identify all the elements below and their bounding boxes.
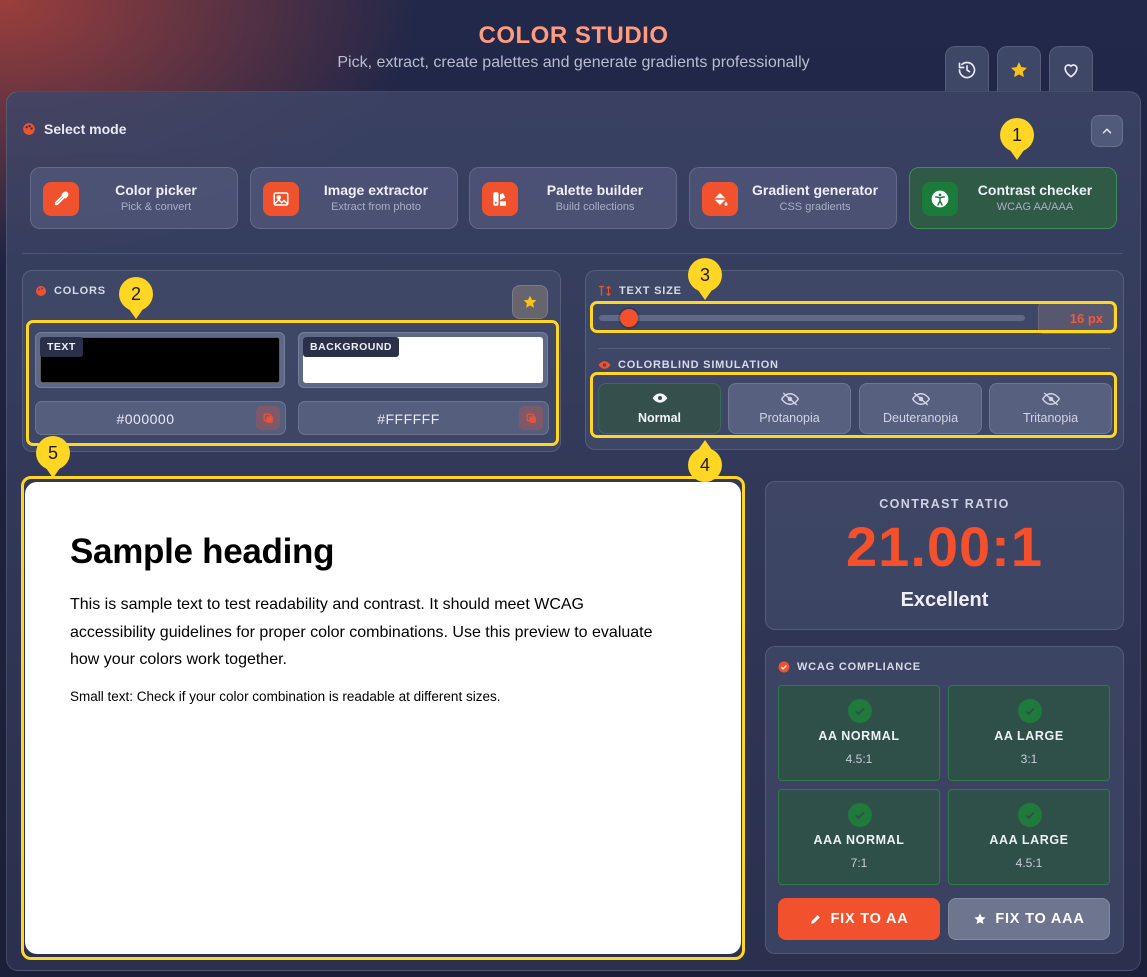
swatchbook-icon xyxy=(482,182,518,216)
annotation-pointer xyxy=(1010,150,1024,160)
text-size-label: TEXT SIZE xyxy=(619,285,682,297)
text-height-icon xyxy=(599,285,611,297)
heart-icon xyxy=(1064,63,1078,78)
annotation-badge-3: 3 xyxy=(688,258,722,292)
check-icon xyxy=(848,699,872,723)
annotation-badge-1: 1 xyxy=(1000,118,1034,152)
colors-label: COLORS xyxy=(54,285,106,297)
collapse-button[interactable] xyxy=(1091,115,1123,147)
text-size-header: TEXT SIZE xyxy=(598,285,682,297)
colors-header: COLORS xyxy=(35,285,106,297)
palette-icon xyxy=(23,123,35,135)
favorite-colors-button[interactable] xyxy=(512,285,548,319)
fix-to-aa-button[interactable]: FIX TO AA xyxy=(778,898,940,940)
annotation-pointer xyxy=(46,468,60,478)
mode-title: Palette builder xyxy=(546,182,644,198)
mode-title: Gradient generator xyxy=(751,182,879,198)
check-icon xyxy=(1018,699,1042,723)
wcag-check-threshold: 4.5:1 xyxy=(845,752,873,766)
mode-contrast-checker[interactable]: Contrast checker WCAG AA/AAA xyxy=(909,167,1117,229)
wcag-check-aaa-normal: AAA NORMAL 7:1 xyxy=(778,789,940,885)
check-icon xyxy=(1018,803,1042,827)
fix-to-aa-label: FIX TO AA xyxy=(830,911,909,927)
mode-gradient-generator[interactable]: Gradient generator CSS gradients xyxy=(689,167,897,229)
fix-to-aaa-label: FIX TO AAA xyxy=(995,911,1085,927)
star-icon xyxy=(523,295,537,308)
contrast-ratio-value: 21.00:1 xyxy=(846,515,1043,578)
wcag-check-threshold: 3:1 xyxy=(1020,752,1038,766)
mode-palette-builder[interactable]: Palette builder Build collections xyxy=(469,167,677,229)
star-icon xyxy=(974,913,986,925)
check-circle-icon xyxy=(778,661,790,673)
annotation-pointer xyxy=(698,290,712,300)
palette-icon xyxy=(36,286,46,296)
mode-subtitle: WCAG AA/AAA xyxy=(996,201,1074,213)
highlight-colors xyxy=(26,320,559,446)
favorites-tab[interactable] xyxy=(997,46,1041,92)
contrast-verdict: Excellent xyxy=(900,589,989,611)
mode-title: Contrast checker xyxy=(977,182,1093,198)
pen-icon xyxy=(811,914,821,924)
wcag-check-aa-large: AA LARGE 3:1 xyxy=(948,685,1110,781)
wcag-check-aaa-large: AAA LARGE 4.5:1 xyxy=(948,789,1110,885)
highlight-preview xyxy=(21,476,745,960)
highlight-text-size xyxy=(590,301,1117,333)
wcag-check-threshold: 7:1 xyxy=(850,856,868,870)
mode-color-picker[interactable]: Color picker Pick & convert xyxy=(30,167,238,229)
settings-divider xyxy=(598,348,1111,349)
star-icon xyxy=(1011,61,1027,77)
check-icon xyxy=(848,803,872,827)
eye-icon xyxy=(598,361,611,369)
wcag-check-label: AA LARGE xyxy=(994,729,1064,743)
annotation-badge-4: 4 xyxy=(688,448,722,482)
annotation-badge-2: 2 xyxy=(119,277,153,311)
select-mode-header: Select mode xyxy=(22,121,126,137)
wcag-label: WCAG COMPLIANCE xyxy=(797,661,921,673)
colorblind-header: COLORBLIND SIMULATION xyxy=(598,359,779,371)
chevron-up-icon xyxy=(1102,128,1112,134)
mode-subtitle: Extract from photo xyxy=(331,201,421,213)
section-divider xyxy=(22,253,1123,254)
contrast-ratio-label: CONTRAST RATIO xyxy=(879,497,1010,511)
mode-subtitle: CSS gradients xyxy=(779,201,851,213)
wcag-check-aa-normal: AA NORMAL 4.5:1 xyxy=(778,685,940,781)
history-icon xyxy=(958,61,976,78)
mode-image-extractor[interactable]: Image extractor Extract from photo xyxy=(250,167,458,229)
annotation-badge-5: 5 xyxy=(36,436,70,470)
paint-bucket-icon xyxy=(702,182,738,216)
fix-to-aaa-button[interactable]: FIX TO AAA xyxy=(948,898,1110,940)
eyedropper-icon xyxy=(43,182,79,216)
accessibility-icon xyxy=(922,182,958,216)
mode-title: Image extractor xyxy=(323,182,429,198)
highlight-colorblind xyxy=(590,372,1117,438)
mode-title: Color picker xyxy=(115,182,197,198)
colorblind-label: COLORBLIND SIMULATION xyxy=(618,359,779,371)
wcag-check-label: AA NORMAL xyxy=(818,729,900,743)
liked-tab[interactable] xyxy=(1049,46,1093,92)
wcag-check-threshold: 4.5:1 xyxy=(1015,856,1043,870)
image-icon xyxy=(263,182,299,216)
mode-subtitle: Build collections xyxy=(555,201,635,213)
wcag-header: WCAG COMPLIANCE xyxy=(778,661,921,673)
history-tab[interactable] xyxy=(945,46,989,92)
wcag-check-label: AAA NORMAL xyxy=(813,833,905,847)
wcag-check-label: AAA LARGE xyxy=(989,833,1069,847)
annotation-pointer xyxy=(129,309,143,319)
mode-subtitle: Pick & convert xyxy=(120,201,192,213)
select-mode-label: Select mode xyxy=(44,121,127,137)
